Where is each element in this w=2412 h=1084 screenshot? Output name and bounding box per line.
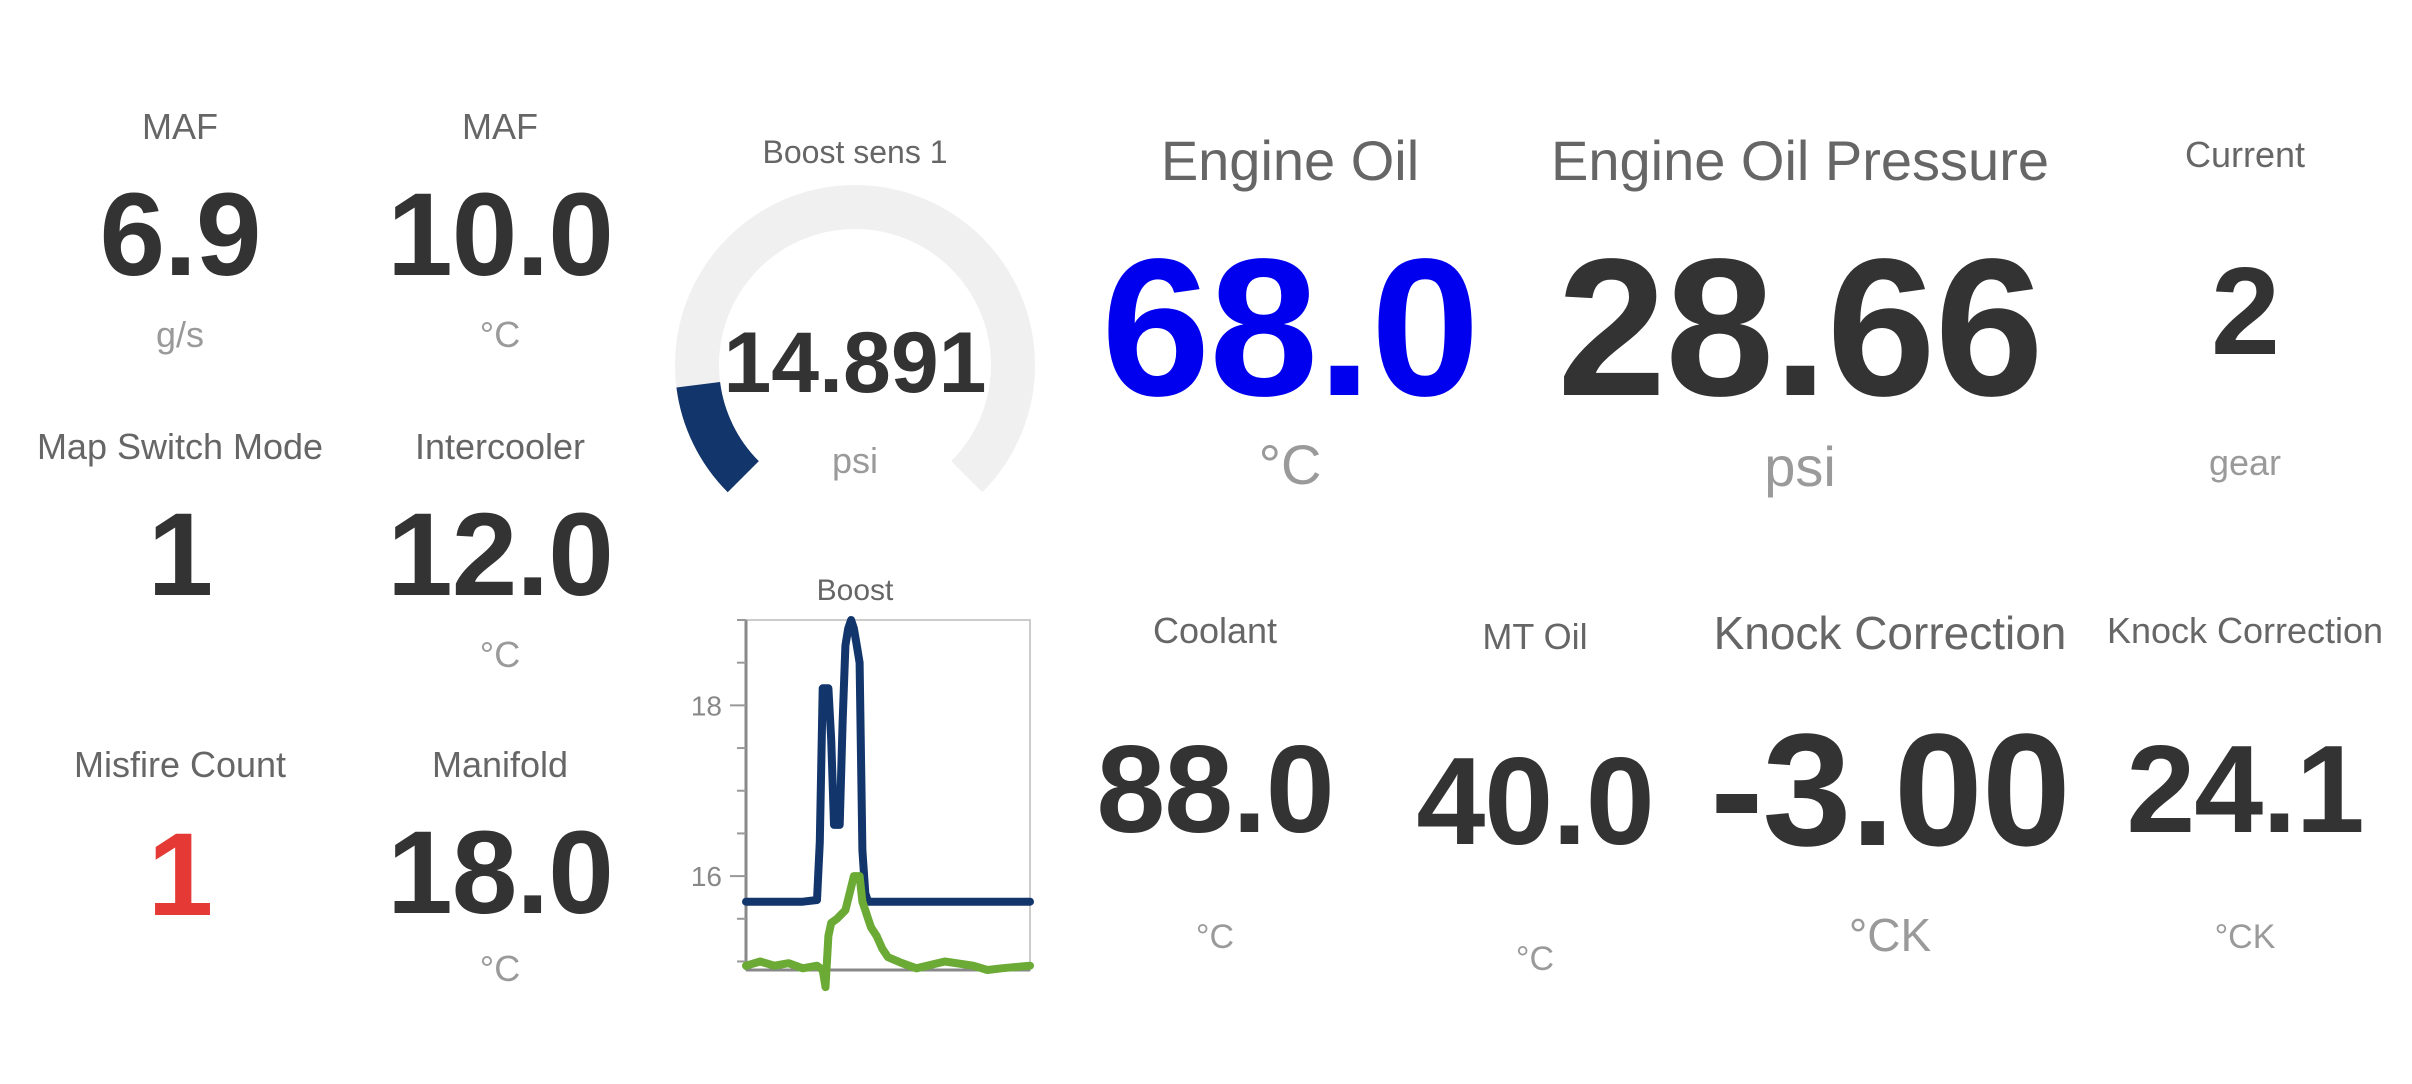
maf-flow-value: 6.9 bbox=[99, 169, 261, 301]
oil-pressure-widget[interactable]: Engine Oil Pressure 28.66 psi bbox=[1520, 120, 2080, 500]
boost-gauge-widget[interactable]: Boost sens 1 14.891 psi bbox=[660, 130, 1050, 510]
oil-pressure-value: 28.66 bbox=[1557, 218, 2043, 437]
knock-correction-label: Knock Correction bbox=[1713, 607, 2067, 659]
manifold-widget[interactable]: Manifold 18.0 °C bbox=[360, 738, 640, 998]
knock-correction-2-value: 24.1 bbox=[2126, 721, 2364, 859]
oil-pressure-unit: psi bbox=[1764, 435, 1836, 498]
knock-correction-2-widget[interactable]: Knock Correction 24.1 °CK bbox=[2095, 610, 2395, 970]
manifold-value: 18.0 bbox=[387, 807, 614, 939]
manifold-unit: °C bbox=[479, 948, 521, 989]
knock-correction-widget[interactable]: Knock Correction -3.00 °CK bbox=[1690, 600, 2090, 980]
misfire-count-widget[interactable]: Misfire Count 1 bbox=[40, 738, 320, 938]
maf-temp-label: MAF bbox=[462, 106, 538, 147]
boost-chart: 1816 bbox=[691, 616, 1034, 992]
maf-temp-unit: °C bbox=[479, 314, 521, 355]
mt-oil-value: 40.0 bbox=[1416, 733, 1654, 871]
series-line-1 bbox=[742, 616, 1034, 906]
maf-temp-widget[interactable]: MAF 10.0 °C bbox=[360, 100, 640, 360]
coolant-unit: °C bbox=[1195, 918, 1235, 956]
mt-oil-widget[interactable]: MT Oil 40.0 °C bbox=[1390, 610, 1680, 990]
oil-pressure-label: Engine Oil Pressure bbox=[1550, 129, 2049, 192]
y-tick-label: 16 bbox=[691, 861, 722, 892]
boost-chart-title: Boost bbox=[816, 574, 894, 607]
current-gear-label: Current bbox=[2184, 134, 2306, 175]
boost-gauge-value: 14.891 bbox=[723, 315, 987, 411]
knock-correction-unit: °CK bbox=[1848, 909, 1932, 961]
knock-correction-2-label: Knock Correction bbox=[2106, 610, 2384, 651]
engine-oil-widget[interactable]: Engine Oil 68.0 °C bbox=[1090, 120, 1490, 500]
map-switch-widget[interactable]: Map Switch Mode 1 bbox=[20, 420, 340, 620]
misfire-count-label: Misfire Count bbox=[73, 744, 287, 785]
plot-frame bbox=[745, 619, 1031, 971]
knock-correction-2-unit: °CK bbox=[2214, 918, 2276, 956]
mt-oil-label: MT Oil bbox=[1482, 616, 1588, 657]
map-switch-value: 1 bbox=[147, 489, 214, 621]
intercooler-unit: °C bbox=[479, 634, 521, 675]
intercooler-widget[interactable]: Intercooler 12.0 °C bbox=[360, 420, 640, 680]
manifold-label: Manifold bbox=[431, 744, 569, 785]
intercooler-label: Intercooler bbox=[414, 426, 586, 467]
maf-temp-value: 10.0 bbox=[387, 169, 614, 301]
coolant-label: Coolant bbox=[1152, 610, 1278, 651]
misfire-count-value: 1 bbox=[147, 809, 214, 941]
boost-chart-widget[interactable]: Boost 18 16 bbox=[660, 570, 1050, 1010]
coolant-widget[interactable]: Coolant 88.0 °C bbox=[1070, 610, 1360, 970]
maf-flow-unit: g/s bbox=[155, 314, 205, 355]
current-gear-unit: gear bbox=[2208, 442, 2282, 483]
mt-oil-unit: °C bbox=[1515, 940, 1555, 978]
intercooler-value: 12.0 bbox=[387, 489, 614, 621]
engine-oil-label: Engine Oil bbox=[1160, 129, 1420, 192]
boost-gauge-label: Boost sens 1 bbox=[762, 134, 948, 170]
knock-correction-value: -3.00 bbox=[1710, 700, 2071, 879]
current-gear-widget[interactable]: Current 2 gear bbox=[2120, 130, 2370, 490]
boost-gauge-unit: psi bbox=[831, 440, 879, 481]
engine-oil-unit: °C bbox=[1258, 433, 1322, 496]
map-switch-label: Map Switch Mode bbox=[36, 426, 324, 467]
engine-oil-value: 68.0 bbox=[1101, 218, 1479, 437]
maf-flow-widget[interactable]: MAF 6.9 g/s bbox=[40, 100, 320, 360]
current-gear-value: 2 bbox=[2211, 243, 2280, 381]
coolant-value: 88.0 bbox=[1096, 721, 1334, 859]
maf-flow-label: MAF bbox=[142, 106, 218, 147]
y-tick-label: 18 bbox=[691, 690, 722, 721]
